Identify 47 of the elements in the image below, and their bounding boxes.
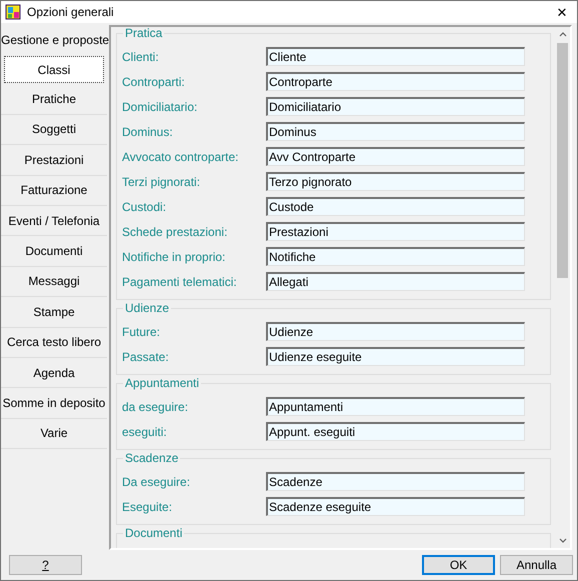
group-title: Pratica [123, 27, 164, 40]
field-label: Da eseguire: [122, 474, 192, 488]
input-field[interactable]: Prestazioni [266, 222, 525, 241]
window-title: Opzioni generali [27, 5, 114, 19]
input-field[interactable]: Scadenze [266, 472, 525, 491]
field-label: Custodi: [122, 200, 168, 214]
input-field[interactable]: Domiciliatario [266, 97, 525, 116]
group-title: Appuntamenti [123, 376, 202, 390]
field-label: Domiciliatario: [122, 100, 198, 114]
field-label: Eseguite: [122, 500, 174, 514]
field-label: Pagamenti telematici: [122, 274, 238, 288]
input-field[interactable]: Allegati [266, 272, 525, 291]
group-title: Udienze [123, 301, 172, 315]
input-field[interactable]: Appunt. eseguiti [266, 422, 525, 441]
field-label: Avvocato controparte: [122, 150, 240, 164]
input-field[interactable]: Udienze [266, 322, 525, 341]
ok-button[interactable]: OK [422, 555, 495, 575]
input-field[interactable]: Avv Controparte [266, 147, 525, 166]
input-field[interactable]: Notifiche [266, 247, 525, 266]
input-field[interactable]: Terzo pignorato [266, 172, 525, 191]
scroll-thumb[interactable] [557, 43, 568, 278]
field-label: Terzi pignorati: [122, 174, 202, 188]
field-label: Controparti: [122, 74, 186, 88]
input-field[interactable]: Udienze eseguite [266, 347, 525, 366]
input-field[interactable]: Appuntamenti [266, 397, 525, 416]
help-button[interactable]: ? [9, 555, 82, 575]
app-icon [5, 4, 21, 20]
input-field[interactable]: Custode [266, 197, 525, 216]
group-title: Scadenze [123, 451, 180, 465]
input-field[interactable]: Dominus [266, 122, 525, 141]
field-label: Notifiche in proprio: [122, 250, 226, 264]
input-field[interactable]: Controparte [266, 72, 525, 91]
field-label: Dominus: [122, 124, 174, 138]
field-label: da eseguire: [122, 400, 190, 414]
close-button[interactable]: ✕ [547, 1, 577, 23]
field-label: Clienti: [122, 50, 160, 64]
field-label: Passate: [122, 350, 170, 364]
field-label: Future: [122, 324, 162, 338]
cancel-button[interactable]: Annulla [500, 555, 573, 575]
scroll-down-icon[interactable] [558, 538, 566, 543]
group-title: Documenti [123, 526, 184, 540]
field-label: eseguiti: [122, 424, 168, 438]
field-label: Schede prestazioni: [122, 224, 228, 238]
input-field[interactable]: Cliente [266, 47, 525, 66]
sidebar-item[interactable]: Classi [4, 56, 104, 84]
scroll-up-icon[interactable] [558, 32, 566, 37]
input-field[interactable]: Scadenze eseguite [266, 497, 525, 516]
